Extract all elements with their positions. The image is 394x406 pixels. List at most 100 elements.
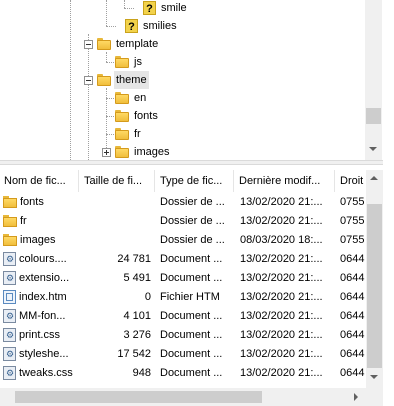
file-modified: 13/02/2020 21:... bbox=[240, 291, 323, 303]
folder-icon bbox=[3, 234, 17, 246]
file-type: Document ... bbox=[160, 329, 223, 341]
file-list: Nom de fic... Taille de fi... Type de fi… bbox=[0, 165, 394, 406]
file-row[interactable]: extensio... 5 491 Document ... 13/02/2020 2… bbox=[0, 269, 366, 288]
scrollbar-thumb[interactable] bbox=[367, 204, 382, 368]
file-size: 4 101 bbox=[123, 310, 151, 322]
tree-item-theme[interactable]: theme bbox=[97, 71, 149, 89]
scroll-right-arrow-icon[interactable] bbox=[354, 393, 358, 401]
file-type: Document ... bbox=[160, 272, 223, 284]
file-name: extensio... bbox=[19, 272, 70, 284]
file-name: images bbox=[20, 234, 56, 246]
tree-item-fonts[interactable]: fonts bbox=[115, 107, 160, 125]
file-modified: 13/02/2020 21:... bbox=[240, 253, 323, 265]
column-header-modified[interactable]: Dernière modif... bbox=[234, 170, 335, 192]
file-name: fr bbox=[20, 215, 27, 227]
tree-item-fr[interactable]: fr bbox=[115, 125, 143, 143]
tree-item-images[interactable]: images bbox=[115, 143, 171, 160]
tree-guide-line bbox=[124, 8, 134, 9]
file-row[interactable]: styleshe... 17 542 Document ... 13/02/2020 … bbox=[0, 345, 366, 364]
file-name: colours.... bbox=[19, 253, 67, 265]
window-edge bbox=[383, 0, 394, 406]
file-rights: 0755 bbox=[340, 196, 365, 208]
expand-toggle[interactable] bbox=[102, 148, 111, 157]
folder-icon bbox=[115, 56, 129, 68]
tree-item-smile[interactable]: ? smile bbox=[143, 0, 189, 17]
file-name: tweaks.css bbox=[19, 367, 73, 379]
file-name-cell: colours.... bbox=[3, 250, 77, 269]
file-modified: 13/02/2020 21:... bbox=[240, 310, 323, 322]
file-size: 948 bbox=[132, 367, 151, 379]
column-header-type[interactable]: Type de fic... bbox=[155, 170, 234, 192]
file-type: Document ... bbox=[160, 253, 223, 265]
file-modified: 13/02/2020 21:... bbox=[240, 367, 323, 379]
file-type: Dossier de ... bbox=[160, 196, 225, 208]
collapse-toggle[interactable] bbox=[84, 40, 93, 49]
file-size bbox=[79, 231, 155, 250]
tree-item-smilies[interactable]: ? smilies bbox=[125, 17, 179, 35]
file-name: index.htm bbox=[19, 291, 67, 303]
scroll-down-arrow-icon[interactable] bbox=[369, 147, 377, 151]
tree-item-template[interactable]: template bbox=[97, 35, 160, 53]
tree-vertical-scrollbar[interactable] bbox=[365, 0, 382, 160]
file-type: Dossier de ... bbox=[160, 215, 225, 227]
file-rights: 0755 bbox=[340, 234, 365, 246]
tree-item-js[interactable]: js bbox=[115, 53, 144, 71]
css-file-icon bbox=[3, 328, 16, 342]
file-size: 24 781 bbox=[117, 253, 151, 265]
file-row[interactable]: fonts Dossier de ... 13/02/2020 21:... 0755 bbox=[0, 193, 366, 212]
file-rights: 0644 bbox=[340, 253, 365, 265]
file-name-cell: tweaks.css bbox=[3, 364, 77, 383]
scrollbar-thumb[interactable] bbox=[15, 391, 262, 403]
file-list-vertical-scrollbar[interactable] bbox=[366, 170, 383, 388]
file-modified: 13/02/2020 21:... bbox=[240, 196, 323, 208]
scroll-down-arrow-icon[interactable] bbox=[370, 375, 378, 379]
file-row[interactable]: colours.... 24 781 Document ... 13/02/2020 … bbox=[0, 250, 366, 269]
file-name: fonts bbox=[20, 196, 44, 208]
tree-item-label: fonts bbox=[134, 110, 158, 122]
file-row[interactable]: fr Dossier de ... 13/02/2020 21:... 0755 bbox=[0, 212, 366, 231]
scroll-up-arrow-icon[interactable] bbox=[370, 176, 378, 180]
tree-item-label: smilies bbox=[143, 20, 177, 32]
column-header-name[interactable]: Nom de fic... bbox=[0, 170, 79, 192]
folder-icon bbox=[115, 110, 129, 122]
file-name-cell: index.htm bbox=[3, 288, 77, 307]
scrollbar-corner bbox=[366, 388, 383, 406]
file-row[interactable]: print.css 3 276 Document ... 13/02/2020 21:… bbox=[0, 326, 366, 345]
tree-guide-line bbox=[70, 0, 71, 160]
file-size: 3 276 bbox=[123, 329, 151, 341]
tree-item-label: theme bbox=[114, 71, 149, 89]
file-size: 17 542 bbox=[117, 348, 151, 360]
file-name-cell: MM-fon... bbox=[3, 307, 77, 326]
folder-icon bbox=[3, 215, 17, 227]
file-row[interactable]: tweaks.css 948 Document ... 13/02/2020 21:.… bbox=[0, 364, 366, 383]
tree-item-en[interactable]: en bbox=[115, 89, 148, 107]
folder-icon bbox=[115, 146, 129, 158]
file-name: MM-fon... bbox=[19, 310, 66, 322]
css-file-icon bbox=[3, 309, 16, 323]
css-file-icon bbox=[3, 271, 16, 285]
file-type: Document ... bbox=[160, 348, 223, 360]
file-rights: 0755 bbox=[340, 215, 365, 227]
scrollbar-thumb[interactable] bbox=[366, 108, 381, 124]
folder-icon bbox=[115, 128, 129, 140]
column-header-size[interactable]: Taille de fi... bbox=[79, 170, 155, 192]
file-list-horizontal-scrollbar[interactable] bbox=[0, 388, 366, 406]
file-name-cell: fr bbox=[3, 212, 77, 231]
file-rights: 0644 bbox=[340, 367, 365, 379]
file-list-header: Nom de fic... Taille de fi... Type de fi… bbox=[0, 170, 366, 192]
file-row[interactable]: MM-fon... 4 101 Document ... 13/02/2020 21:… bbox=[0, 307, 366, 326]
file-size bbox=[79, 212, 155, 231]
file-modified: 13/02/2020 21:... bbox=[240, 272, 323, 284]
htm-file-icon bbox=[3, 290, 16, 304]
question-icon: ? bbox=[143, 1, 156, 15]
file-modified: 08/03/2020 18:... bbox=[240, 234, 323, 246]
file-type: Dossier de ... bbox=[160, 234, 225, 246]
file-row[interactable]: images Dossier de ... 08/03/2020 18:... 075… bbox=[0, 231, 366, 250]
file-modified: 13/02/2020 21:... bbox=[240, 329, 323, 341]
collapse-toggle[interactable] bbox=[84, 76, 93, 85]
file-row[interactable]: index.htm 0 Fichier HTM 13/02/2020 21:... 06… bbox=[0, 288, 366, 307]
file-type: Document ... bbox=[160, 367, 223, 379]
tree-item-label: en bbox=[134, 92, 147, 104]
file-rights: 0644 bbox=[340, 329, 365, 341]
file-type: Document ... bbox=[160, 310, 223, 322]
